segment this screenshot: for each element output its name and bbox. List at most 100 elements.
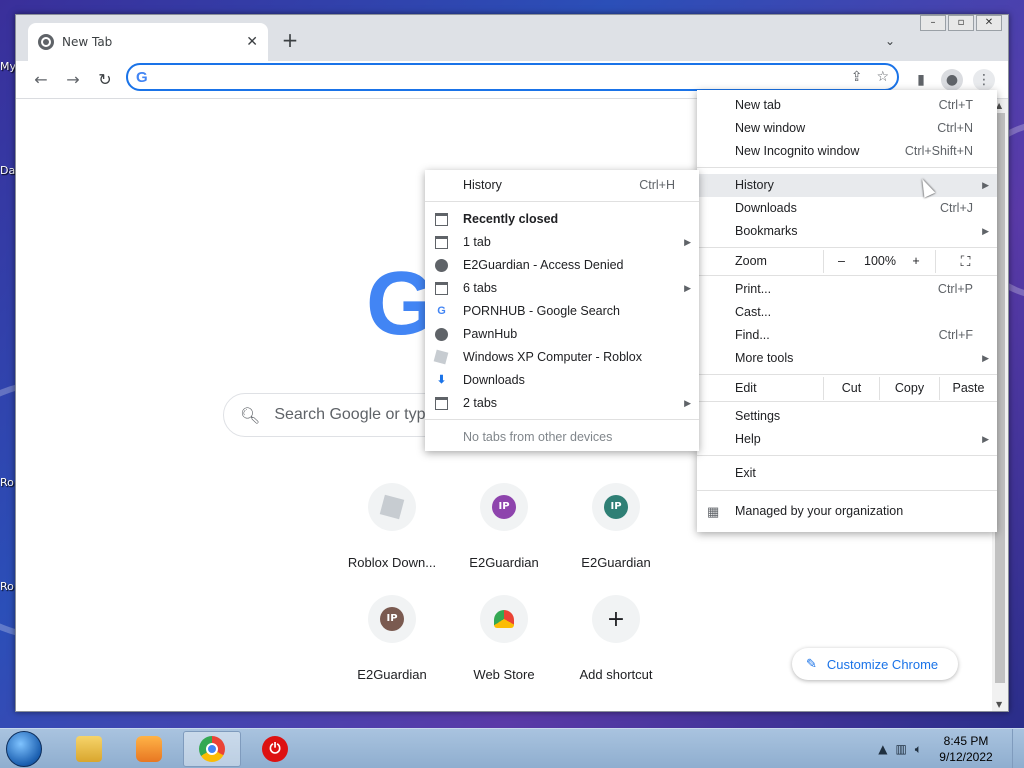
volume-icon[interactable]: 🔈︎ — [915, 742, 922, 757]
power-icon: ⏻ — [262, 736, 288, 762]
shortcut-label: E2Guardian — [469, 555, 539, 570]
history-item[interactable]: 1 tab ▶ — [425, 231, 699, 254]
desktop-icon-label[interactable]: Ro — [0, 476, 14, 489]
show-hidden-icons-icon[interactable]: ▲ — [878, 742, 887, 756]
taskbar-power-app[interactable]: ⏻ — [246, 731, 304, 767]
tab-search-button[interactable]: ⌄ — [878, 29, 902, 53]
new-tab-button[interactable]: + — [278, 29, 302, 53]
menu-item-cast[interactable]: Cast... — [697, 301, 997, 324]
customize-label: Customize Chrome — [826, 656, 939, 672]
history-item[interactable]: G PORNHUB - Google Search — [425, 300, 699, 323]
clock-date: 9/12/2022 — [939, 750, 993, 764]
show-desktop-button[interactable] — [1012, 729, 1024, 768]
customize-chrome-button[interactable]: ✎ Customize Chrome — [792, 648, 958, 680]
menu-item-new-tab[interactable]: New tab Ctrl+T — [697, 94, 997, 117]
menu-item-find[interactable]: Find... Ctrl+F — [697, 324, 997, 347]
taskbar: ⏻ ▲ ▥ 🔈︎ 8:45 PM 9/12/2022 — [0, 728, 1024, 768]
close-window-button[interactable]: ✕ — [976, 15, 1002, 31]
google-icon: G — [437, 305, 446, 317]
menu-item-new-incognito[interactable]: New Incognito window Ctrl+Shift+N — [697, 140, 997, 163]
desktop-icon-label[interactable]: Da — [0, 164, 15, 177]
omnibox[interactable]: G ⇪ ☆ — [126, 63, 899, 91]
history-item[interactable]: Windows XP Computer - Roblox — [425, 346, 699, 369]
history-item[interactable]: ⬇ Downloads — [425, 369, 699, 392]
fullscreen-icon[interactable]: ⛶ — [935, 250, 995, 273]
zoom-out-button[interactable]: – — [823, 250, 859, 273]
window-icon — [435, 282, 448, 295]
menu-item-bookmarks[interactable]: Bookmarks ▶ — [697, 220, 997, 243]
tab-title: New Tab — [62, 35, 113, 49]
minimize-button[interactable]: – — [920, 15, 946, 31]
tab-new-tab[interactable]: New Tab ✕ — [28, 23, 268, 61]
window-icon — [435, 213, 448, 226]
history-item[interactable]: PawnHub — [425, 323, 699, 346]
clock-time: 8:45 PM — [943, 734, 989, 748]
title-bar: New Tab ✕ + ⌄ – ▫ ✕ — [16, 15, 1008, 61]
shortcut-tile[interactable]: Roblox Down... — [336, 483, 448, 570]
shortcut-tile[interactable]: IP E2Guardian — [448, 483, 560, 570]
desktop-icon-label[interactable]: My — [0, 60, 16, 73]
history-item[interactable]: 2 tabs ▶ — [425, 392, 699, 415]
forward-button[interactable]: → — [60, 67, 86, 93]
kebab-menu-icon[interactable]: ⋮ — [973, 69, 995, 91]
history-footer: No tabs from other devices — [463, 430, 613, 444]
folder-icon — [76, 736, 102, 762]
building-icon: ▦ — [707, 504, 720, 519]
window-controls: – ▫ ✕ — [920, 15, 1002, 31]
taskbar-media-player[interactable] — [120, 731, 178, 767]
menu-item-print[interactable]: Print... Ctrl+P — [697, 278, 997, 301]
desktop-icon-label[interactable]: Ro — [0, 580, 14, 593]
webstore-icon — [480, 595, 528, 643]
menu-item-downloads[interactable]: Downloads Ctrl+J — [697, 197, 997, 220]
history-item[interactable]: E2Guardian - Access Denied — [425, 254, 699, 277]
history-item[interactable]: 6 tabs ▶ — [425, 277, 699, 300]
reload-button[interactable]: ↻ — [92, 67, 118, 93]
plus-icon: + — [592, 595, 640, 643]
menu-item-new-window[interactable]: New window Ctrl+N — [697, 117, 997, 140]
media-player-icon — [136, 736, 162, 762]
chrome-favicon-icon — [38, 34, 54, 50]
shortcut-tile[interactable]: IP E2Guardian — [336, 595, 448, 682]
ip-icon: IP — [480, 483, 528, 531]
menu-item-managed[interactable]: ▦ Managed by your organization — [697, 500, 997, 523]
address-input[interactable] — [155, 69, 837, 85]
history-item-history[interactable]: History Ctrl+H — [425, 174, 699, 197]
bookmark-star-icon[interactable]: ☆ — [876, 69, 889, 85]
profile-avatar-icon[interactable]: ● — [941, 69, 963, 91]
system-tray: ▲ ▥ 🔈︎ 8:45 PM 9/12/2022 — [874, 729, 1024, 768]
history-recently-closed: Recently closed — [425, 208, 699, 231]
submenu-arrow-icon: ▶ — [684, 398, 691, 408]
back-button[interactable]: ← — [28, 67, 54, 93]
menu-item-zoom: Zoom – 100% + ⛶ — [697, 250, 997, 273]
taskbar-chrome[interactable] — [183, 731, 241, 767]
search-placeholder: Search Google or typ — [274, 406, 426, 423]
network-icon[interactable]: ▥ — [895, 742, 906, 756]
share-icon[interactable]: ⇪ — [851, 69, 863, 85]
clock[interactable]: 8:45 PM 9/12/2022 — [926, 733, 1006, 765]
menu-item-settings[interactable]: Settings — [697, 405, 997, 428]
cut-button[interactable]: Cut — [823, 377, 879, 400]
paste-button[interactable]: Paste — [939, 377, 997, 400]
copy-button[interactable]: Copy — [879, 377, 939, 400]
submenu-arrow-icon: ▶ — [684, 283, 691, 293]
submenu-arrow-icon: ▶ — [982, 226, 989, 236]
menu-item-help[interactable]: Help ▶ — [697, 428, 997, 451]
ip-icon: IP — [368, 595, 416, 643]
scroll-down-icon[interactable]: ▼ — [996, 700, 1002, 709]
shortcut-tile[interactable]: IP E2Guardian — [560, 483, 672, 570]
shortcut-tile[interactable]: Web Store — [448, 595, 560, 682]
close-tab-icon[interactable]: ✕ — [246, 34, 258, 50]
menu-item-more-tools[interactable]: More tools ▶ — [697, 347, 997, 370]
menu-item-exit[interactable]: Exit — [697, 462, 997, 485]
side-panel-icon[interactable]: ▮ — [910, 69, 932, 91]
menu-item-history[interactable]: History ▶ — [697, 174, 997, 197]
zoom-in-button[interactable]: + — [901, 250, 931, 273]
roblox-icon — [368, 483, 416, 531]
taskbar-explorer[interactable] — [60, 731, 118, 767]
shortcut-tile[interactable]: + Add shortcut — [560, 595, 672, 682]
windows-start-icon[interactable] — [6, 731, 42, 767]
search-icon: 🔍︎ — [240, 405, 261, 425]
chrome-icon — [199, 736, 225, 762]
shortcut-label: E2Guardian — [357, 667, 427, 682]
maximize-button[interactable]: ▫ — [948, 15, 974, 31]
